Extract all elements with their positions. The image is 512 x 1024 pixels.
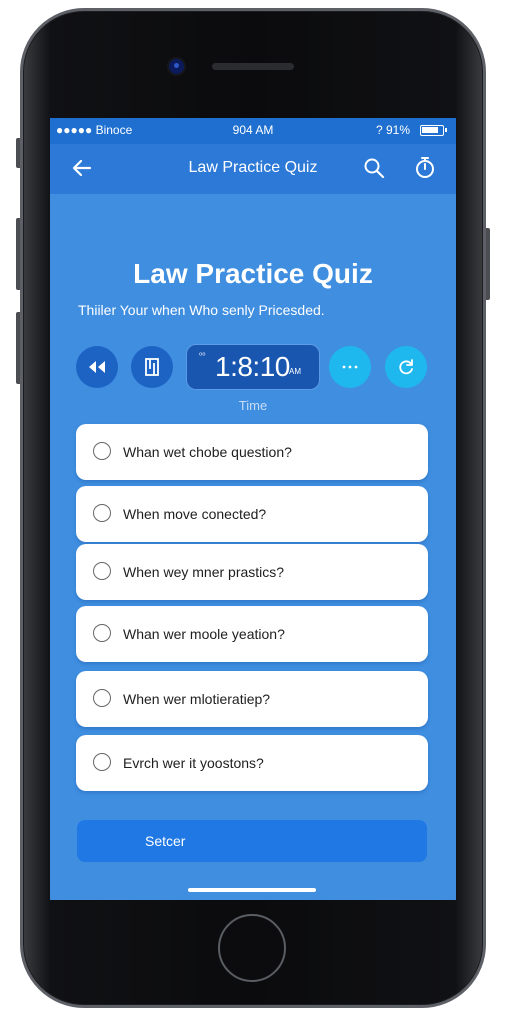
answer-option-4[interactable]: Whan wer moole yeation? — [76, 606, 428, 662]
radio-button[interactable] — [93, 624, 111, 642]
timer-caption: Time — [238, 398, 268, 413]
answer-label: Evrch wer it yoostons? — [123, 755, 264, 771]
answer-option-3[interactable]: When wey mner prastics? — [76, 544, 428, 600]
timer-small-label: ⁰⁰ — [199, 351, 206, 360]
answer-label: When wey mner prastics? — [123, 564, 285, 580]
radio-button[interactable] — [93, 504, 111, 522]
status-bar: ●●●●● Binoce 904 AM ? 91% — [50, 118, 456, 144]
more-icon — [342, 365, 358, 369]
timer-ampm: AM — [289, 367, 301, 376]
answer-label: Whan wer moole yeation? — [123, 626, 285, 642]
phone-screen: ●●●●● Binoce 904 AM ? 91% Law Practice Q… — [50, 118, 456, 900]
page-subtitle: Thiiler Your when Who senly Pricesded. — [78, 302, 325, 318]
answer-label: When move conected? — [123, 506, 267, 522]
refresh-button[interactable] — [385, 346, 427, 388]
rewind-icon — [89, 361, 105, 373]
stopwatch-icon[interactable] — [412, 155, 438, 181]
answer-option-2[interactable]: When move conected? — [76, 486, 428, 542]
submit-button-label: Setcer — [145, 833, 186, 849]
answer-label: Whan wet chobe question? — [123, 444, 292, 460]
more-button[interactable] — [329, 346, 371, 388]
battery-icon — [420, 125, 447, 136]
radio-button[interactable] — [93, 689, 111, 707]
submit-button[interactable]: Setcer — [77, 820, 427, 862]
battery-percent: ? 91% — [375, 123, 410, 137]
bookmark-button[interactable] — [131, 346, 173, 388]
rewind-button[interactable] — [76, 346, 118, 388]
refresh-icon — [399, 359, 413, 375]
radio-button[interactable] — [93, 442, 111, 460]
timer-value: 1:8:10 — [215, 351, 290, 382]
answer-option-6[interactable]: Evrch wer it yoostons? — [76, 735, 428, 791]
answer-option-5[interactable]: When wer mlotieratiep? — [76, 671, 428, 727]
search-icon[interactable] — [362, 156, 386, 180]
app-bar: Law Practice Quiz — [50, 144, 456, 194]
radio-button[interactable] — [93, 753, 111, 771]
home-button[interactable] — [218, 914, 286, 982]
home-indicator — [188, 888, 316, 892]
answer-option-1[interactable]: Whan wet chobe question? — [76, 424, 428, 480]
quiz-controls: ⁰⁰ 1:8:10 AM — [50, 344, 456, 390]
front-camera — [169, 59, 184, 74]
bookmark-icon — [145, 358, 159, 376]
radio-button[interactable] — [93, 562, 111, 580]
quiz-timer: ⁰⁰ 1:8:10 AM — [186, 344, 320, 390]
earpiece-speaker — [212, 63, 294, 70]
answer-label: When wer mlotieratiep? — [123, 691, 271, 707]
page-title: Law Practice Quiz — [133, 258, 373, 289]
app-bar-title: Law Practice Quiz — [188, 159, 318, 176]
